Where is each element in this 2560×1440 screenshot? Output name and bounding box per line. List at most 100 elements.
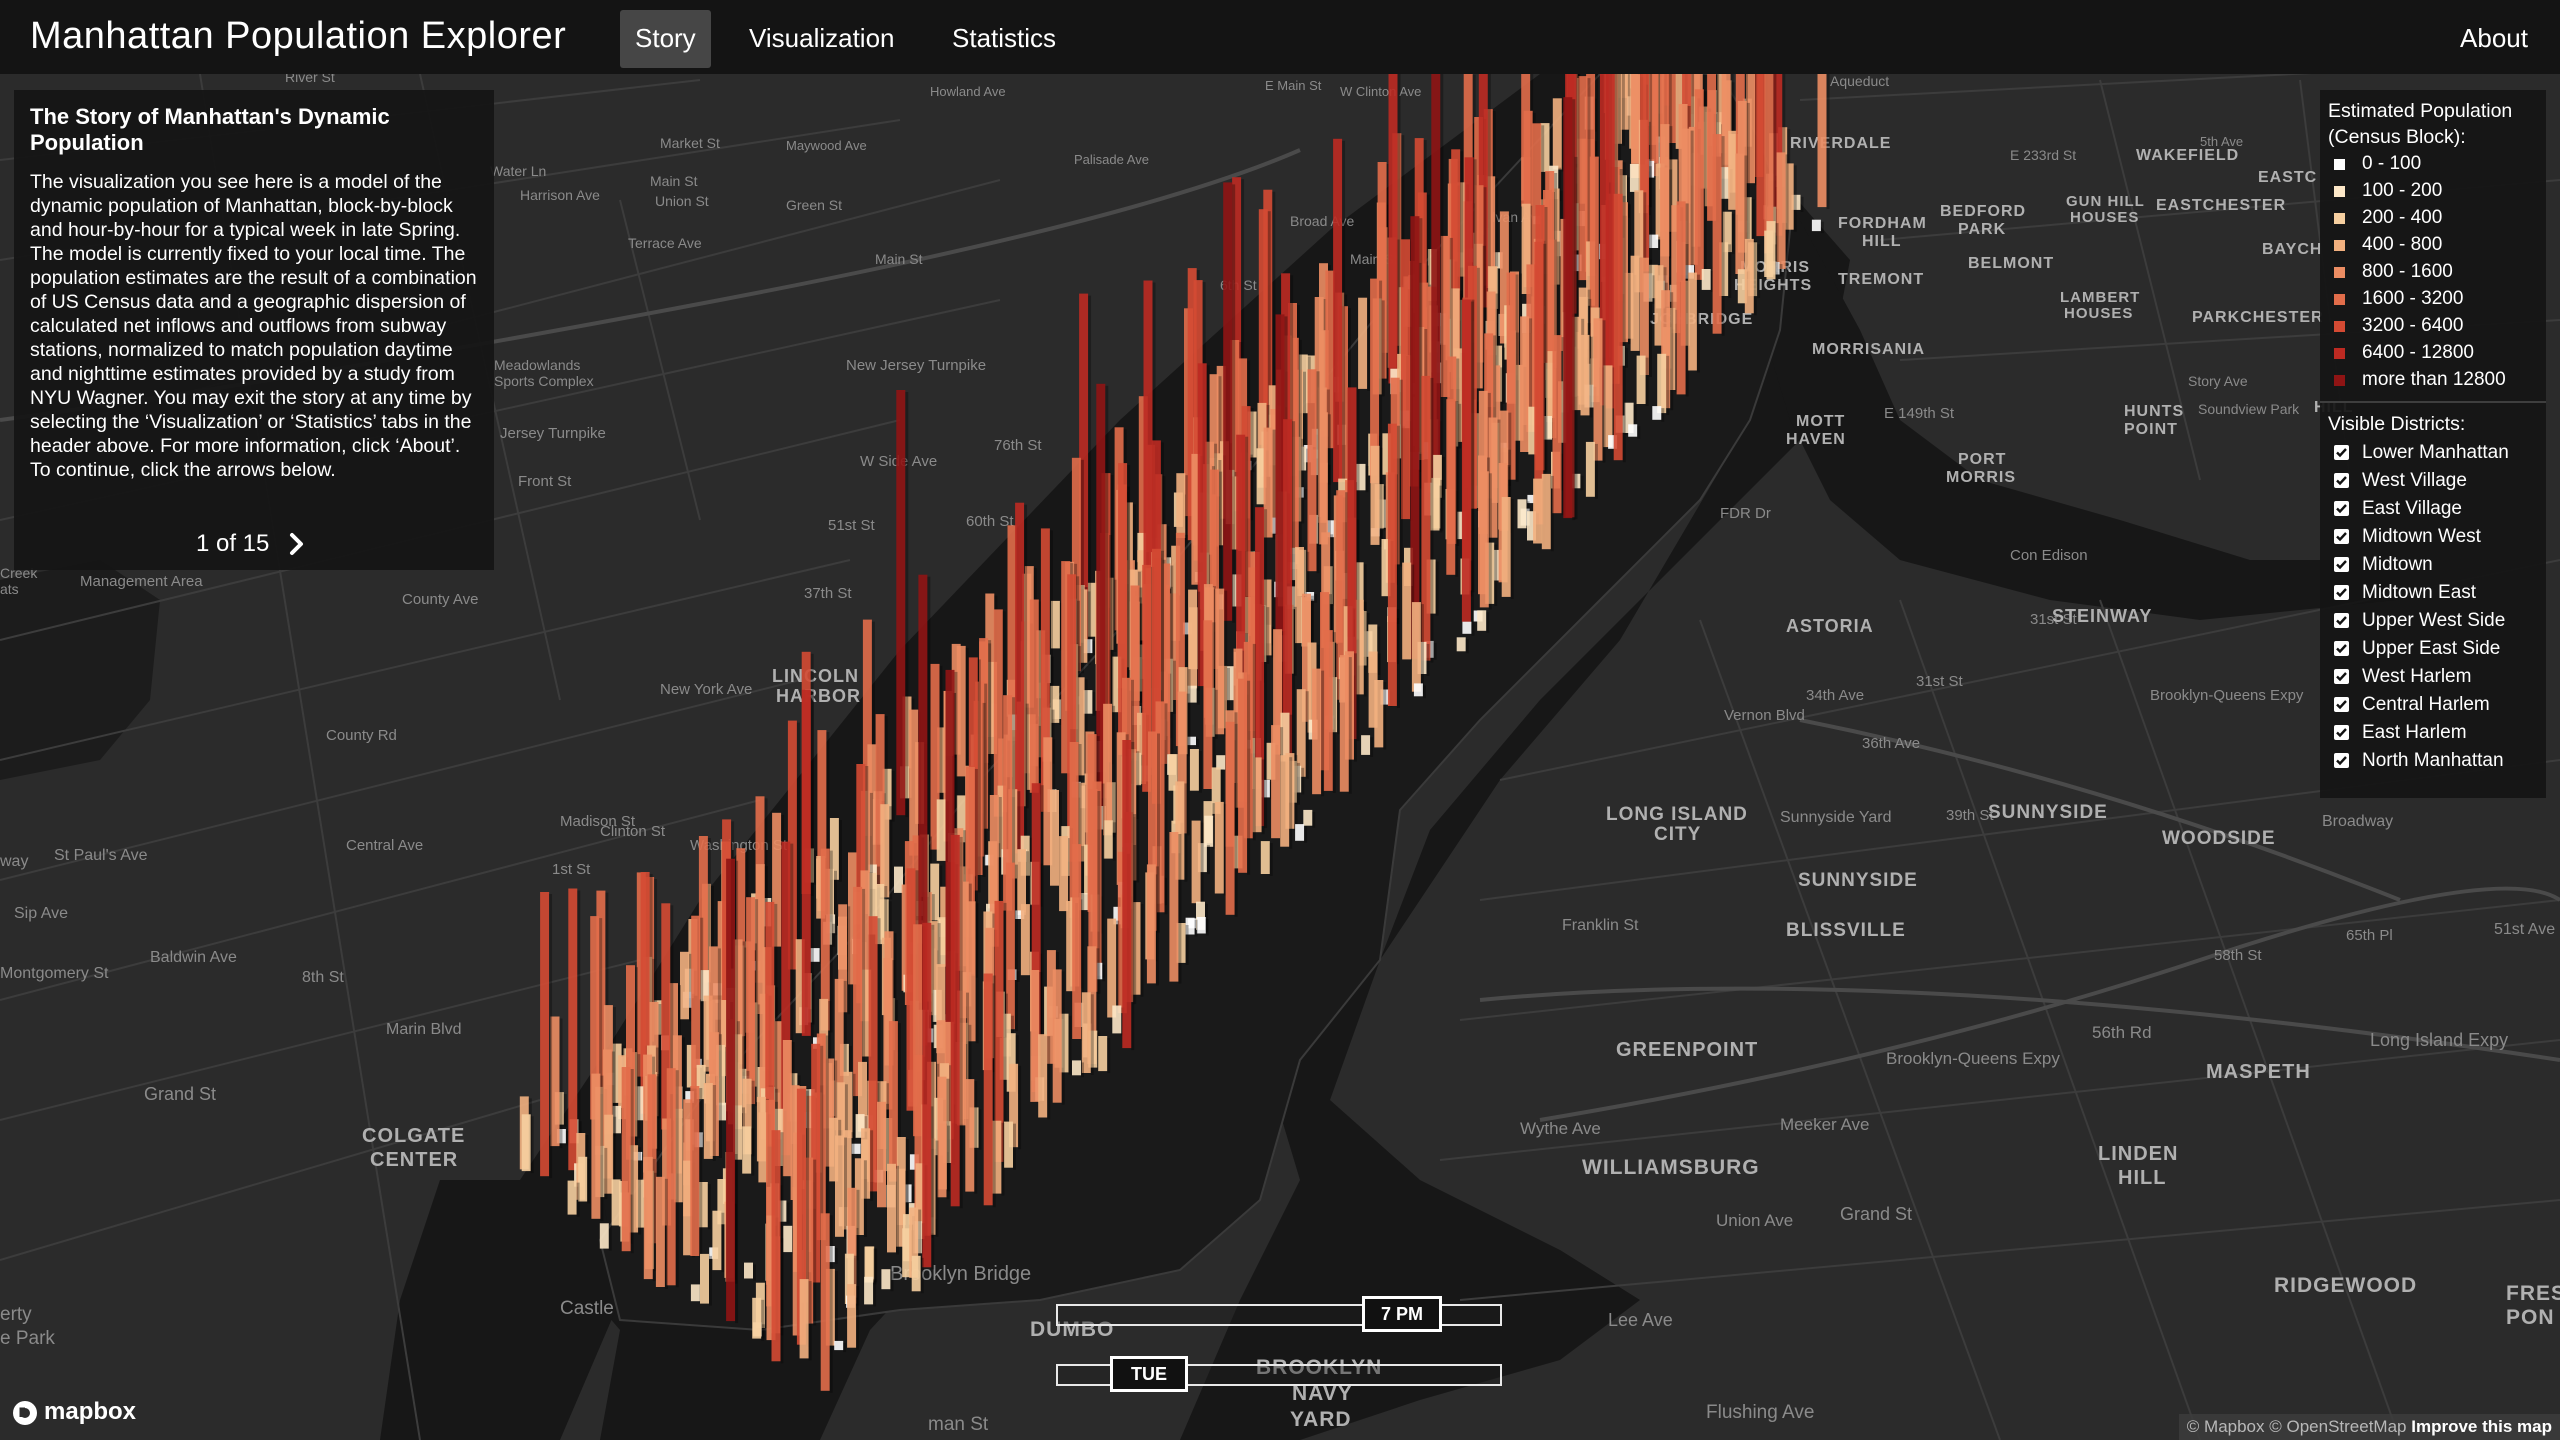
population-bar-shade bbox=[870, 1130, 874, 1201]
svg-text:8th St: 8th St bbox=[302, 969, 344, 986]
legend-swatch bbox=[2334, 240, 2345, 251]
population-bar-shade bbox=[844, 1137, 847, 1239]
svg-text:Maywood Ave: Maywood Ave bbox=[786, 138, 867, 153]
checkbox-icon[interactable] bbox=[2334, 641, 2349, 656]
checkbox-icon[interactable] bbox=[2334, 529, 2349, 544]
population-bar bbox=[752, 1297, 762, 1339]
population-bar bbox=[621, 1067, 631, 1252]
chevron-right-icon[interactable] bbox=[282, 529, 312, 559]
improve-map-link[interactable]: Improve this map bbox=[2411, 1417, 2552, 1436]
checkbox-icon[interactable] bbox=[2334, 669, 2349, 684]
svg-text:1st St: 1st St bbox=[552, 861, 591, 878]
population-bar bbox=[1563, 97, 1573, 519]
population-bar bbox=[1323, 630, 1333, 791]
population-bar-shade bbox=[1602, 320, 1606, 463]
population-bar bbox=[1004, 1121, 1013, 1168]
population-bar bbox=[1214, 801, 1224, 894]
about-link[interactable]: About bbox=[2460, 10, 2528, 66]
district-toggle[interactable]: Upper East Side bbox=[2328, 635, 2538, 663]
population-bar-shade bbox=[1261, 759, 1265, 835]
population-bar bbox=[1676, 201, 1686, 395]
day-slider[interactable]: TUE bbox=[1056, 1356, 1502, 1392]
population-bar bbox=[1636, 355, 1646, 404]
population-bar bbox=[799, 1279, 809, 1359]
app-root: River St Market St Howland Ave E Main St… bbox=[0, 0, 2560, 1440]
hour-slider[interactable]: 7 PM bbox=[1056, 1296, 1502, 1332]
population-bar bbox=[956, 645, 966, 777]
population-bar bbox=[1280, 755, 1290, 847]
population-bar bbox=[655, 1176, 665, 1287]
district-toggle[interactable]: Midtown bbox=[2328, 551, 2538, 579]
population-bar bbox=[1203, 620, 1213, 789]
checkbox-icon[interactable] bbox=[2334, 445, 2349, 460]
district-toggle[interactable]: Lower Manhattan bbox=[2328, 439, 2538, 467]
svg-text:erty: erty bbox=[0, 1304, 32, 1325]
population-bar bbox=[1605, 33, 1615, 409]
population-bar-shade bbox=[1637, 426, 1641, 439]
svg-text:HARBOR: HARBOR bbox=[776, 686, 861, 706]
checkbox-icon[interactable] bbox=[2334, 501, 2349, 516]
population-bar bbox=[877, 1101, 886, 1208]
svg-text:BELMONT: BELMONT bbox=[1968, 255, 2054, 272]
checkbox-icon[interactable] bbox=[2334, 557, 2349, 572]
legend-bin-label: 400 - 800 bbox=[2362, 234, 2443, 255]
population-bar-shade bbox=[1826, 55, 1830, 210]
checkbox-icon[interactable] bbox=[2334, 585, 2349, 600]
svg-text:BEDFORD: BEDFORD bbox=[1940, 203, 2026, 220]
svg-text:PARK: PARK bbox=[1958, 221, 2006, 238]
population-bar-shade bbox=[1440, 39, 1444, 496]
population-bar-shade bbox=[1510, 499, 1514, 599]
svg-text:Meeker Ave: Meeker Ave bbox=[1780, 1115, 1869, 1134]
checkbox-icon[interactable] bbox=[2334, 753, 2349, 768]
population-bar-shade bbox=[1018, 1065, 1022, 1150]
population-bar bbox=[1122, 740, 1132, 1049]
district-toggle[interactable]: East Village bbox=[2328, 495, 2538, 523]
population-bar-shade bbox=[755, 899, 759, 1107]
district-toggle[interactable]: Midtown East bbox=[2328, 579, 2538, 607]
population-bar bbox=[1098, 1036, 1108, 1072]
population-bar bbox=[1479, 471, 1489, 608]
population-bar bbox=[887, 1163, 896, 1253]
svg-text:Management Area: Management Area bbox=[80, 573, 203, 590]
svg-text:RIVERDALE: RIVERDALE bbox=[1790, 135, 1891, 152]
district-toggle[interactable]: North Manhattan bbox=[2328, 747, 2538, 775]
checkbox-icon[interactable] bbox=[2334, 697, 2349, 712]
svg-text:Front St: Front St bbox=[518, 473, 572, 490]
population-bar bbox=[1223, 182, 1233, 621]
tab-statistics[interactable]: Statistics bbox=[937, 10, 1071, 68]
population-bar-shade bbox=[1589, 336, 1593, 418]
population-bar-shade bbox=[935, 1140, 939, 1237]
district-toggle[interactable]: Midtown West bbox=[2328, 523, 2538, 551]
tab-visualization[interactable]: Visualization bbox=[734, 10, 910, 68]
population-bar-shade bbox=[1775, 223, 1779, 282]
population-bar-shade bbox=[1383, 682, 1387, 750]
day-slider-handle[interactable]: TUE bbox=[1110, 1356, 1188, 1392]
population-bar bbox=[880, 804, 890, 898]
checkbox-icon[interactable] bbox=[2334, 473, 2349, 488]
population-bar-shade bbox=[1354, 653, 1357, 762]
tab-story[interactable]: Story bbox=[620, 10, 711, 68]
population-bar bbox=[1580, 334, 1590, 416]
hour-slider-handle[interactable]: 7 PM bbox=[1362, 1296, 1442, 1332]
svg-text:New York Ave: New York Ave bbox=[660, 681, 752, 698]
svg-text:MORRISANIA: MORRISANIA bbox=[1812, 341, 1925, 358]
checkbox-icon[interactable] bbox=[2334, 613, 2349, 628]
population-bar bbox=[690, 1284, 700, 1302]
svg-text:HOUSES: HOUSES bbox=[2064, 305, 2133, 322]
population-bar bbox=[1520, 316, 1530, 452]
district-toggle[interactable]: West Village bbox=[2328, 467, 2538, 495]
population-bar-shade bbox=[1173, 660, 1177, 714]
district-toggle[interactable]: East Harlem bbox=[2328, 719, 2538, 747]
district-toggle[interactable]: West Harlem bbox=[2328, 663, 2538, 691]
population-bar-shade bbox=[780, 1132, 784, 1364]
population-bar bbox=[911, 1255, 921, 1292]
population-bar bbox=[1050, 790, 1059, 886]
district-toggle[interactable]: Central Harlem bbox=[2328, 691, 2538, 719]
checkbox-icon[interactable] bbox=[2334, 725, 2349, 740]
svg-text:Baldwin Ave: Baldwin Ave bbox=[150, 949, 237, 966]
population-bar bbox=[894, 866, 903, 893]
population-bar bbox=[1701, 269, 1711, 290]
district-toggle[interactable]: Upper West Side bbox=[2328, 607, 2538, 635]
population-bar-shade bbox=[1303, 371, 1306, 449]
population-bar-shade bbox=[1396, 425, 1400, 708]
